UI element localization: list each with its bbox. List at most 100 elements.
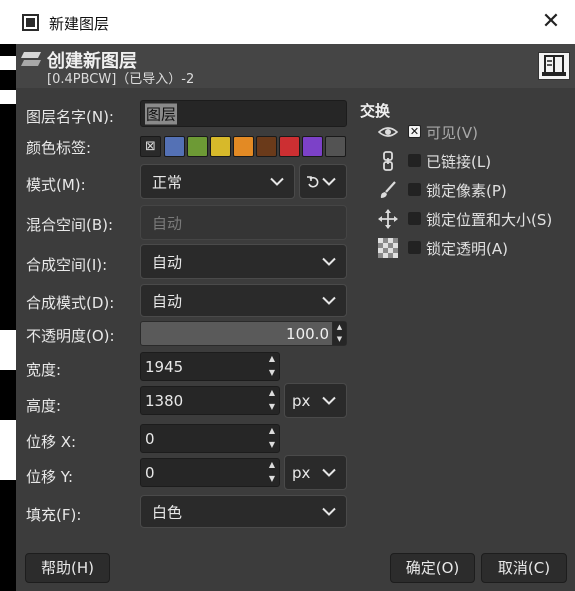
offset-x-value: 0 xyxy=(145,429,155,448)
gimp-app-icon xyxy=(22,14,39,31)
color-tag-orange[interactable] xyxy=(233,136,254,157)
switch-lock-position-label: 锁定位置和大小(S) xyxy=(426,211,553,229)
chevron-down-icon xyxy=(322,507,336,516)
dialog-header: 创建新图层 [0.4PBCW]（已导入）-2 xyxy=(16,44,575,88)
chevron-down-icon xyxy=(322,296,336,305)
chevron-down-icon xyxy=(322,257,336,266)
color-tag-violet[interactable] xyxy=(302,136,323,157)
height-spin-arrows: ▲ ▼ xyxy=(265,387,279,414)
opacity-spin-arrows: ▲ ▼ xyxy=(332,322,346,345)
checkbox-lock-alpha[interactable] xyxy=(408,241,421,254)
width-input[interactable]: 1945 ▲ ▼ xyxy=(140,352,280,381)
no-color-icon: ⊠ xyxy=(145,139,156,154)
canvas-fragment xyxy=(0,420,16,480)
cancel-button[interactable]: 取消(C) xyxy=(481,553,567,583)
color-tag-label: 颜色标签: xyxy=(26,139,92,157)
decrement-icon[interactable]: ▼ xyxy=(265,367,279,381)
ok-button[interactable]: 确定(O) xyxy=(390,553,475,583)
composite-space-label: 合成空间(I): xyxy=(26,256,108,274)
opacity-label: 不透明度(O): xyxy=(26,327,115,345)
offset-y-label: 位移 Y: xyxy=(26,468,73,486)
color-tag-gray[interactable] xyxy=(325,136,346,157)
switch-lock-pixels-label: 锁定像素(P) xyxy=(426,182,507,200)
eye-icon xyxy=(378,127,398,137)
composite-space-value: 自动 xyxy=(152,253,183,271)
increment-icon[interactable]: ▲ xyxy=(265,459,279,473)
move-icon xyxy=(378,209,398,229)
checkbox-linked[interactable] xyxy=(408,154,421,167)
composite-mode-label: 合成模式(D): xyxy=(26,294,115,312)
blend-space-value: 自动 xyxy=(152,214,183,232)
composite-mode-value: 自动 xyxy=(152,292,183,310)
mode-group-select[interactable] xyxy=(299,164,347,199)
checkbox-lock-position[interactable] xyxy=(408,212,421,225)
new-layer-dialog: 创建新图层 [0.4PBCW]（已导入）-2 图层名字(N): 图层 颜色标签:… xyxy=(16,44,575,591)
composite-mode-select[interactable]: 自动 xyxy=(140,284,347,317)
chevron-down-icon xyxy=(322,177,336,186)
height-input[interactable]: 1380 ▲ ▼ xyxy=(140,386,280,415)
size-unit-value: px xyxy=(292,391,311,410)
undo-arrow-icon xyxy=(307,176,319,188)
size-unit-select[interactable]: px xyxy=(284,383,347,418)
chevron-down-icon xyxy=(322,468,336,477)
height-label: 高度: xyxy=(26,397,62,415)
new-layer-icon xyxy=(21,52,41,66)
offset-x-spin-arrows: ▲ ▼ xyxy=(265,425,279,452)
decrement-icon[interactable]: ▼ xyxy=(265,401,279,415)
brush-icon xyxy=(380,181,396,198)
blend-space-select: 自动 xyxy=(140,205,347,240)
canvas-fragment xyxy=(0,56,16,70)
chevron-down-icon xyxy=(270,177,284,186)
color-tag-blue[interactable] xyxy=(164,136,185,157)
mode-select[interactable]: 正常 xyxy=(140,164,295,199)
canvas-fragment xyxy=(0,330,16,370)
decrement-icon[interactable]: ▼ xyxy=(265,439,279,453)
offset-unit-value: px xyxy=(292,463,311,482)
offset-unit-select[interactable]: px xyxy=(284,455,347,490)
increment-icon[interactable]: ▲ xyxy=(265,387,279,401)
fill-value: 白色 xyxy=(152,503,183,521)
offset-y-input[interactable]: 0 ▲ ▼ xyxy=(140,458,280,487)
header-subtitle: [0.4PBCW]（已导入）-2 xyxy=(47,72,195,87)
help-button[interactable]: 帮助(H) xyxy=(25,553,110,583)
switch-lock-alpha-label: 锁定透明(A) xyxy=(426,240,508,258)
offset-x-input[interactable]: 0 ▲ ▼ xyxy=(140,424,280,453)
increment-icon[interactable]: ▲ xyxy=(333,322,346,334)
composite-space-select[interactable]: 自动 xyxy=(140,244,347,279)
help-book-icon[interactable] xyxy=(538,52,570,80)
close-icon[interactable]: ✕ xyxy=(540,11,562,34)
increment-icon[interactable]: ▲ xyxy=(265,425,279,439)
color-tag-yellow[interactable] xyxy=(210,136,231,157)
decrement-icon[interactable]: ▼ xyxy=(265,473,279,487)
fill-select[interactable]: 白色 xyxy=(140,495,347,528)
layer-name-input[interactable]: 图层 xyxy=(140,100,347,127)
color-tag-green[interactable] xyxy=(187,136,208,157)
chain-icon xyxy=(383,151,393,171)
mode-label: 模式(M): xyxy=(26,176,86,194)
switch-visible-label: 可见(V) xyxy=(426,124,478,142)
blend-space-label: 混合空间(B): xyxy=(26,216,114,234)
mode-value: 正常 xyxy=(152,173,183,191)
decrement-icon[interactable]: ▼ xyxy=(333,334,346,346)
offset-y-spin-arrows: ▲ ▼ xyxy=(265,459,279,486)
color-tag-none[interactable]: ⊠ xyxy=(140,136,161,157)
window-title: 新建图层 xyxy=(49,15,110,33)
switches-title: 交换 xyxy=(360,102,391,120)
offset-x-label: 位移 X: xyxy=(26,433,77,451)
increment-icon[interactable]: ▲ xyxy=(265,353,279,367)
checkbox-visible[interactable]: ✕ xyxy=(408,125,421,138)
width-spin-arrows: ▲ ▼ xyxy=(265,353,279,380)
chevron-down-icon xyxy=(322,396,336,405)
opacity-value: 100.0 xyxy=(286,324,329,343)
color-tag-red[interactable] xyxy=(279,136,300,157)
width-value: 1945 xyxy=(145,357,184,376)
canvas-fragment xyxy=(0,90,16,104)
color-tag-brown[interactable] xyxy=(256,136,277,157)
checkerboard-icon xyxy=(378,238,398,258)
checkbox-lock-pixels[interactable] xyxy=(408,183,421,196)
width-label: 宽度: xyxy=(26,361,62,379)
offset-y-value: 0 xyxy=(145,463,155,482)
window-titlebar: 新建图层 ✕ xyxy=(0,0,575,44)
opacity-slider[interactable]: 100.0 ▲ ▼ xyxy=(140,321,347,346)
switch-linked-label: 已链接(L) xyxy=(426,153,492,171)
